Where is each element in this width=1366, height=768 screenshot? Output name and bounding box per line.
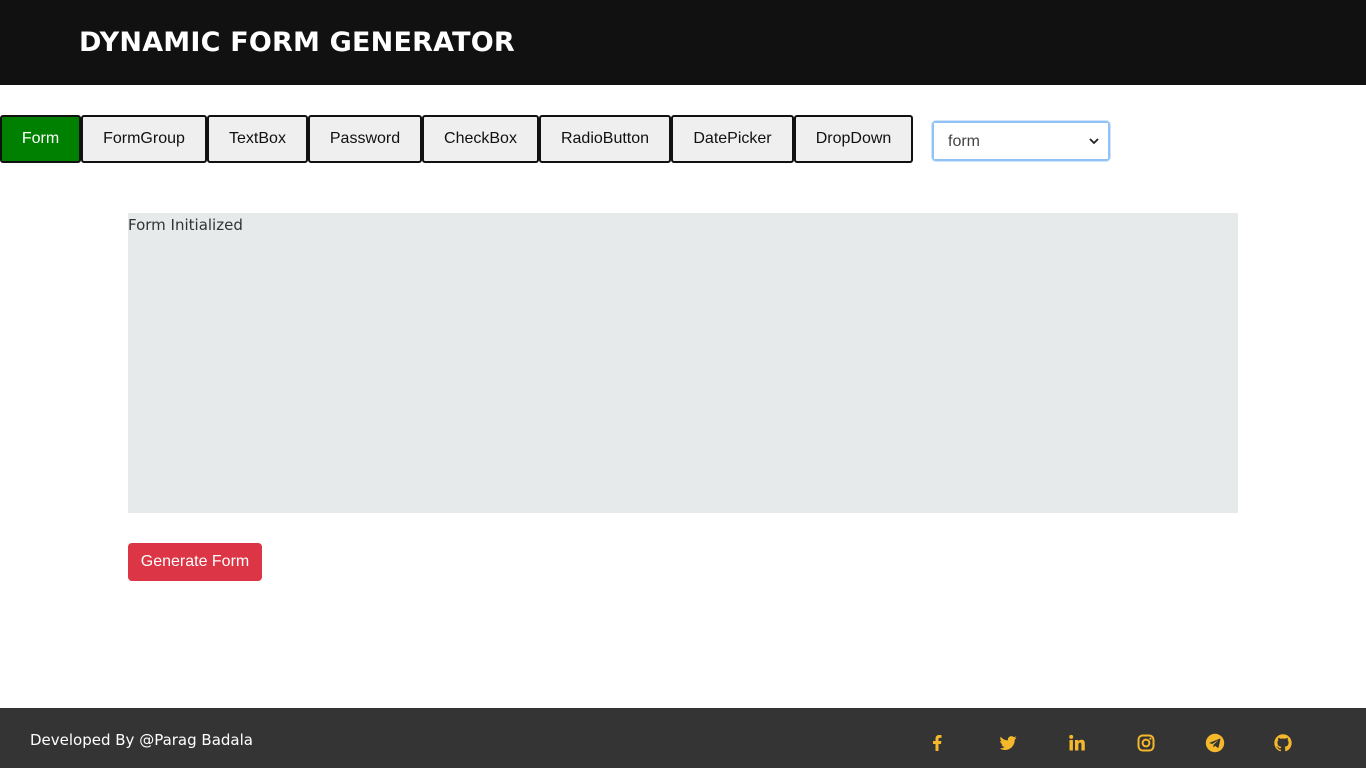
form-type-select[interactable]: form	[934, 123, 1108, 159]
app-header: DYNAMIC FORM GENERATOR	[0, 0, 1366, 85]
twitter-icon[interactable]	[997, 732, 1019, 754]
tab-datepicker[interactable]: DatePicker	[671, 115, 794, 163]
github-icon[interactable]	[1272, 732, 1294, 754]
facebook-icon[interactable]	[926, 732, 948, 754]
generate-form-button[interactable]: Generate Form	[128, 543, 262, 581]
footer-credit: Developed By @Parag Badala	[30, 731, 253, 749]
linkedin-icon[interactable]	[1066, 732, 1088, 754]
tab-form[interactable]: Form	[0, 115, 81, 163]
tab-textbox[interactable]: TextBox	[207, 115, 308, 163]
tab-password[interactable]: Password	[308, 115, 422, 163]
tab-dropdown[interactable]: DropDown	[794, 115, 913, 163]
tab-formgroup[interactable]: FormGroup	[81, 115, 207, 163]
page-title: DYNAMIC FORM GENERATOR	[79, 27, 515, 58]
tab-checkbox[interactable]: CheckBox	[422, 115, 539, 163]
tab-radiobutton[interactable]: RadioButton	[539, 115, 671, 163]
instagram-icon[interactable]	[1135, 732, 1157, 754]
form-preview-area: Form Initialized	[128, 213, 1238, 513]
page-footer: Developed By @Parag Badala	[0, 708, 1366, 768]
form-type-select-wrapper: form	[932, 121, 1110, 161]
telegram-icon[interactable]	[1204, 732, 1226, 754]
form-status-text: Form Initialized	[128, 216, 243, 234]
